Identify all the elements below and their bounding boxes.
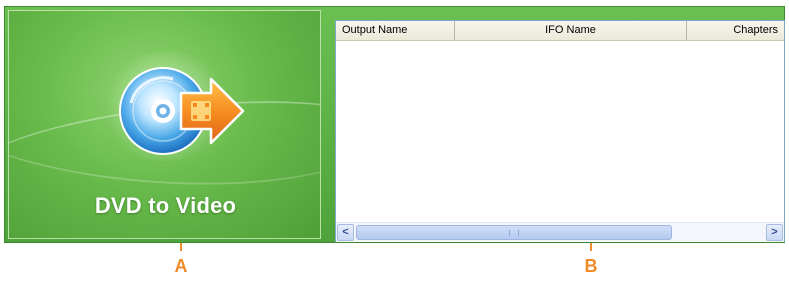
output-list[interactable]: Output Name IFO Name Chapters < >: [335, 20, 785, 242]
annotation-a-label: A: [174, 256, 188, 276]
annotation-a-pointer: [180, 243, 182, 251]
scroll-left-button[interactable]: <: [337, 224, 354, 241]
annotation-b-pointer: [590, 243, 592, 251]
scroll-grip: [509, 230, 519, 236]
annotation-b-label: B: [584, 256, 598, 276]
list-header: Output Name IFO Name Chapters: [336, 21, 784, 41]
column-header-ifo-name[interactable]: IFO Name: [455, 21, 687, 40]
brand-panel: DVD to Video: [8, 10, 321, 239]
screenshot-stage: DVD to Video Output Name IFO Name Chapte…: [0, 0, 789, 281]
column-header-chapters[interactable]: Chapters: [687, 21, 784, 40]
column-header-output-name[interactable]: Output Name: [336, 21, 455, 40]
list-body[interactable]: [336, 41, 784, 222]
scroll-right-button[interactable]: >: [766, 224, 783, 241]
horizontal-scrollbar[interactable]: < >: [336, 222, 784, 242]
brand-title: DVD to Video: [94, 193, 237, 218]
chevron-right-icon: >: [771, 226, 778, 238]
scroll-thumb[interactable]: [356, 225, 672, 240]
dvd-disc-arrow-icon: [119, 67, 245, 155]
chevron-left-icon: <: [342, 226, 349, 238]
